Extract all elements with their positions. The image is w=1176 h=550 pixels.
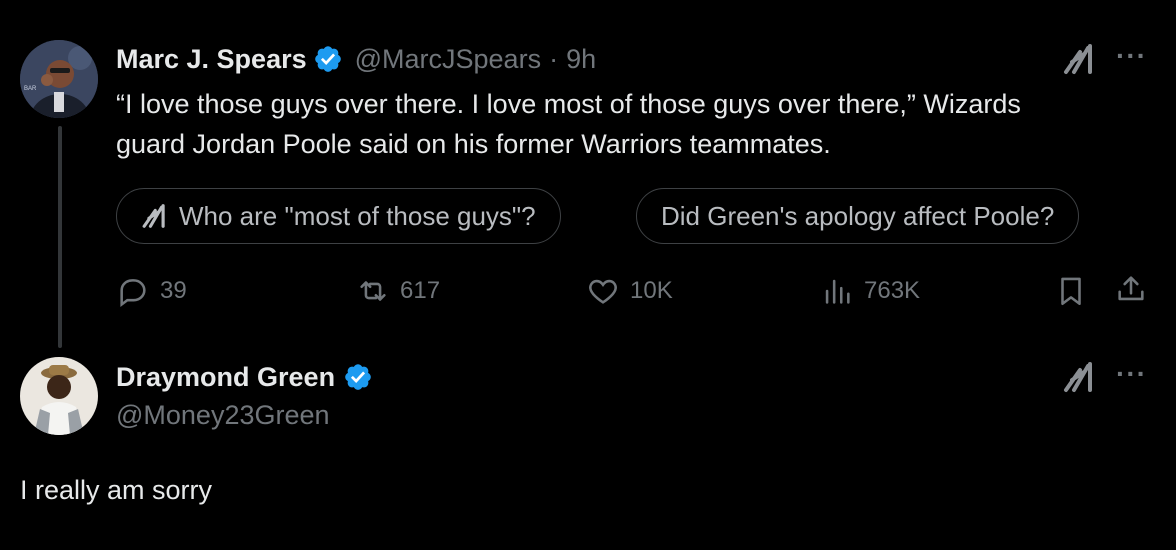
chip-label: Did Green's apology affect Poole?	[661, 200, 1055, 231]
share-icon[interactable]	[1114, 272, 1148, 311]
tweet1-text-line1: “I love those guys over there. I love mo…	[116, 89, 1021, 119]
reply-count: 39	[160, 277, 187, 304]
thread-connector-line	[58, 126, 62, 348]
more-icon[interactable]: ···	[1116, 358, 1147, 390]
separator-dot: ·	[549, 43, 559, 74]
grok-icon	[142, 204, 165, 228]
verified-badge-icon	[313, 44, 343, 74]
avatar-draymond-green[interactable]	[20, 357, 98, 435]
bookmark-icon[interactable]	[1054, 274, 1088, 313]
tweet1-text-line2: guard Jordan Poole said on his former Wa…	[116, 129, 831, 159]
author-name[interactable]: Marc J. Spears	[116, 44, 307, 75]
reply-icon	[120, 279, 146, 308]
tweet2-text: I really am sorry	[20, 475, 213, 505]
like-count: 10K	[630, 277, 673, 304]
retweet-button[interactable]: 617	[356, 274, 440, 308]
avatar-marc-spears[interactable]: BAR	[20, 40, 98, 118]
like-icon	[589, 279, 617, 304]
retweet-icon	[360, 281, 386, 301]
grok-icon[interactable]	[1062, 42, 1100, 81]
author-name[interactable]: Draymond Green	[116, 362, 335, 393]
author-handle[interactable]: @Money23Green	[116, 400, 330, 431]
timestamp[interactable]: 9h	[566, 44, 596, 75]
views-icon	[825, 279, 850, 304]
like-button[interactable]: 10K	[586, 274, 673, 308]
tweet1-text: “I love those guys over there. I love mo…	[116, 84, 1156, 164]
tweet1-header: Marc J. Spears @MarcJSpears · 9h	[116, 42, 596, 76]
more-icon[interactable]: ···	[1116, 40, 1147, 72]
grok-question-chip-2[interactable]: Did Green's apology affect Poole?	[636, 188, 1080, 244]
grok-icon[interactable]	[1062, 360, 1100, 399]
verified-badge-icon	[343, 362, 373, 392]
author-handle[interactable]: @MarcJSpears	[355, 44, 541, 75]
svg-text:BAR: BAR	[24, 86, 37, 92]
grok-question-chip-1[interactable]: Who are "most of those guys"?	[116, 188, 561, 244]
chip-label: Who are "most of those guys"?	[179, 200, 536, 231]
retweet-count: 617	[400, 277, 441, 304]
tweet2-header: Draymond Green	[116, 360, 373, 394]
reply-button[interactable]: 39	[116, 274, 187, 308]
views-button[interactable]: 763K	[820, 274, 920, 308]
views-count: 763K	[864, 277, 921, 304]
